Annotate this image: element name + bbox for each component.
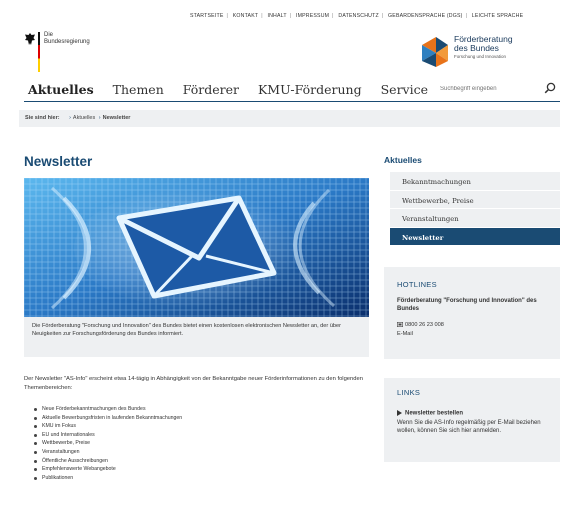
list-item: Wettbewerbe, Preise <box>32 439 182 448</box>
wordmark-subtitle: Forschung und Innovation <box>454 54 507 59</box>
sidebar-item-wettbewerbe-preise[interactable]: Wettbewerbe, Preise <box>390 190 560 209</box>
links-box: LINKS Newsletter bestellen Wenn Sie die … <box>384 378 560 462</box>
breadcrumb-arrow-icon: › <box>69 115 71 121</box>
newsletter-subscribe-text: Wenn Sie die AS-Info regelmäßig per E-Ma… <box>397 420 541 434</box>
separator: | <box>289 13 292 19</box>
main-navigation: Aktuelles Themen Förderer KMU-Förderung … <box>28 82 443 102</box>
breadcrumb-arrow-icon: › <box>98 115 101 121</box>
links-title: LINKS <box>397 388 421 397</box>
sidebar-item-newsletter[interactable]: Newsletter <box>390 227 560 246</box>
newsletter-subscribe-label: Newsletter bestellen <box>405 410 464 417</box>
search-box <box>440 80 560 98</box>
meta-link-startseite[interactable]: Startseite <box>190 13 224 19</box>
list-item: KMU im Fokus <box>32 422 182 431</box>
sidebar-title: Aktuelles <box>384 155 422 165</box>
meta-link-kontakt[interactable]: Kontakt <box>233 13 259 19</box>
list-item: Veranstaltungen <box>32 448 182 457</box>
breadcrumb-label: Sie sind hier: <box>25 115 60 121</box>
hero-image <box>24 178 369 317</box>
meta-link-inhalt[interactable]: Inhalt <box>267 13 286 19</box>
separator: | <box>226 13 229 19</box>
list-item: Aktuelle Bewerbungsfristen in laufenden … <box>32 414 182 423</box>
separator: | <box>261 13 263 19</box>
nav-foerderer[interactable]: Förderer <box>183 82 239 97</box>
separator: | <box>332 13 334 19</box>
wordmark-line2: Bundesregierung <box>44 39 90 45</box>
intro-text: Der Newsletter "AS-Info" erscheint etwa … <box>24 376 363 391</box>
hotline-name: Förderberatung "Forschung und Innovation… <box>397 298 537 312</box>
bundesregierung-wordmark: Die Bundesregierung <box>44 32 90 46</box>
list-item: Neue Förderbekanntmachungen des Bundes <box>32 405 182 414</box>
sidebar-item-bekanntmachungen[interactable]: Bekanntmachungen <box>390 172 560 191</box>
foerderberatung-wordmark: Förderberatung des Bundes Forschung und … <box>454 35 513 60</box>
hotline-phone-number: 0800 26 23 008 <box>405 322 444 328</box>
sidebar-item-veranstaltungen[interactable]: Veranstaltungen <box>390 209 560 228</box>
meta-link-impressum[interactable]: Impressum <box>296 13 329 19</box>
breadcrumb-trail: Sie sind hier: › Aktuelles › Newsletter <box>25 115 136 121</box>
nav-kmu-foerderung[interactable]: KMU-Förderung <box>258 82 362 97</box>
arrow-right-icon <box>397 410 402 416</box>
newsletter-envelope-illustration <box>24 178 369 317</box>
wordmark-line2: des Bundes <box>454 43 499 53</box>
page-title: Newsletter <box>24 154 93 169</box>
wordmark-line1: Die <box>44 32 54 38</box>
topics-list: Neue Förderbekanntmachungen des Bundes A… <box>32 405 182 482</box>
nav-aktuelles[interactable]: Aktuelles <box>28 82 94 97</box>
nav-divider <box>24 101 560 102</box>
breadcrumb: Sie sind hier: › Aktuelles › Newsletter <box>19 110 560 127</box>
meta-link-gebaerdensprache[interactable]: Gebärdensprache (DGS) <box>388 13 463 19</box>
hotlines-box: HOTLINES Förderberatung "Forschung und I… <box>384 267 560 359</box>
hero-caption: Die Förderberatung "Forschung und Innova… <box>32 323 342 337</box>
separator: | <box>465 13 468 19</box>
eagle-icon <box>25 33 35 45</box>
meta-navigation: Startseite | Kontakt | Inhalt | Impressum | … <box>190 13 560 23</box>
breadcrumb-current: Newsletter <box>102 115 131 121</box>
nav-service[interactable]: Service <box>381 82 428 97</box>
separator: | <box>381 13 384 19</box>
phone-icon <box>397 322 403 328</box>
hotline-phone: 0800 26 23 008 <box>397 322 444 328</box>
sidebar-menu: Bekanntmachungen Wettbewerbe, Preise Ver… <box>390 172 560 246</box>
search-icon[interactable] <box>544 82 556 94</box>
hotlines-title: HOTLINES <box>397 280 437 289</box>
list-item: Öffentliche Ausschreibungen <box>32 457 182 466</box>
breadcrumb-link-aktuelles[interactable]: Aktuelles <box>73 115 95 121</box>
nav-themen[interactable]: Themen <box>113 82 164 97</box>
list-item: Publikationen <box>32 474 182 483</box>
list-item: Empfehlenswerte Webangebote <box>32 465 182 474</box>
flag-bar <box>38 32 40 72</box>
foerderberatung-logo[interactable]: Förderberatung des Bundes Forschung und … <box>414 33 560 73</box>
meta-link-datenschutz[interactable]: Datenschutz <box>338 13 378 19</box>
bundesregierung-logo[interactable]: Die Bundesregierung <box>24 32 134 72</box>
list-item: EU und Internationales <box>32 431 182 440</box>
newsletter-subscribe-link[interactable]: Newsletter bestellen <box>397 410 463 417</box>
foerderberatung-mark-icon <box>422 37 448 67</box>
hotline-email-link[interactable]: E-Mail <box>397 331 413 337</box>
search-input[interactable] <box>440 82 538 96</box>
meta-link-leichte-sprache[interactable]: Leichte Sprache <box>472 13 523 19</box>
